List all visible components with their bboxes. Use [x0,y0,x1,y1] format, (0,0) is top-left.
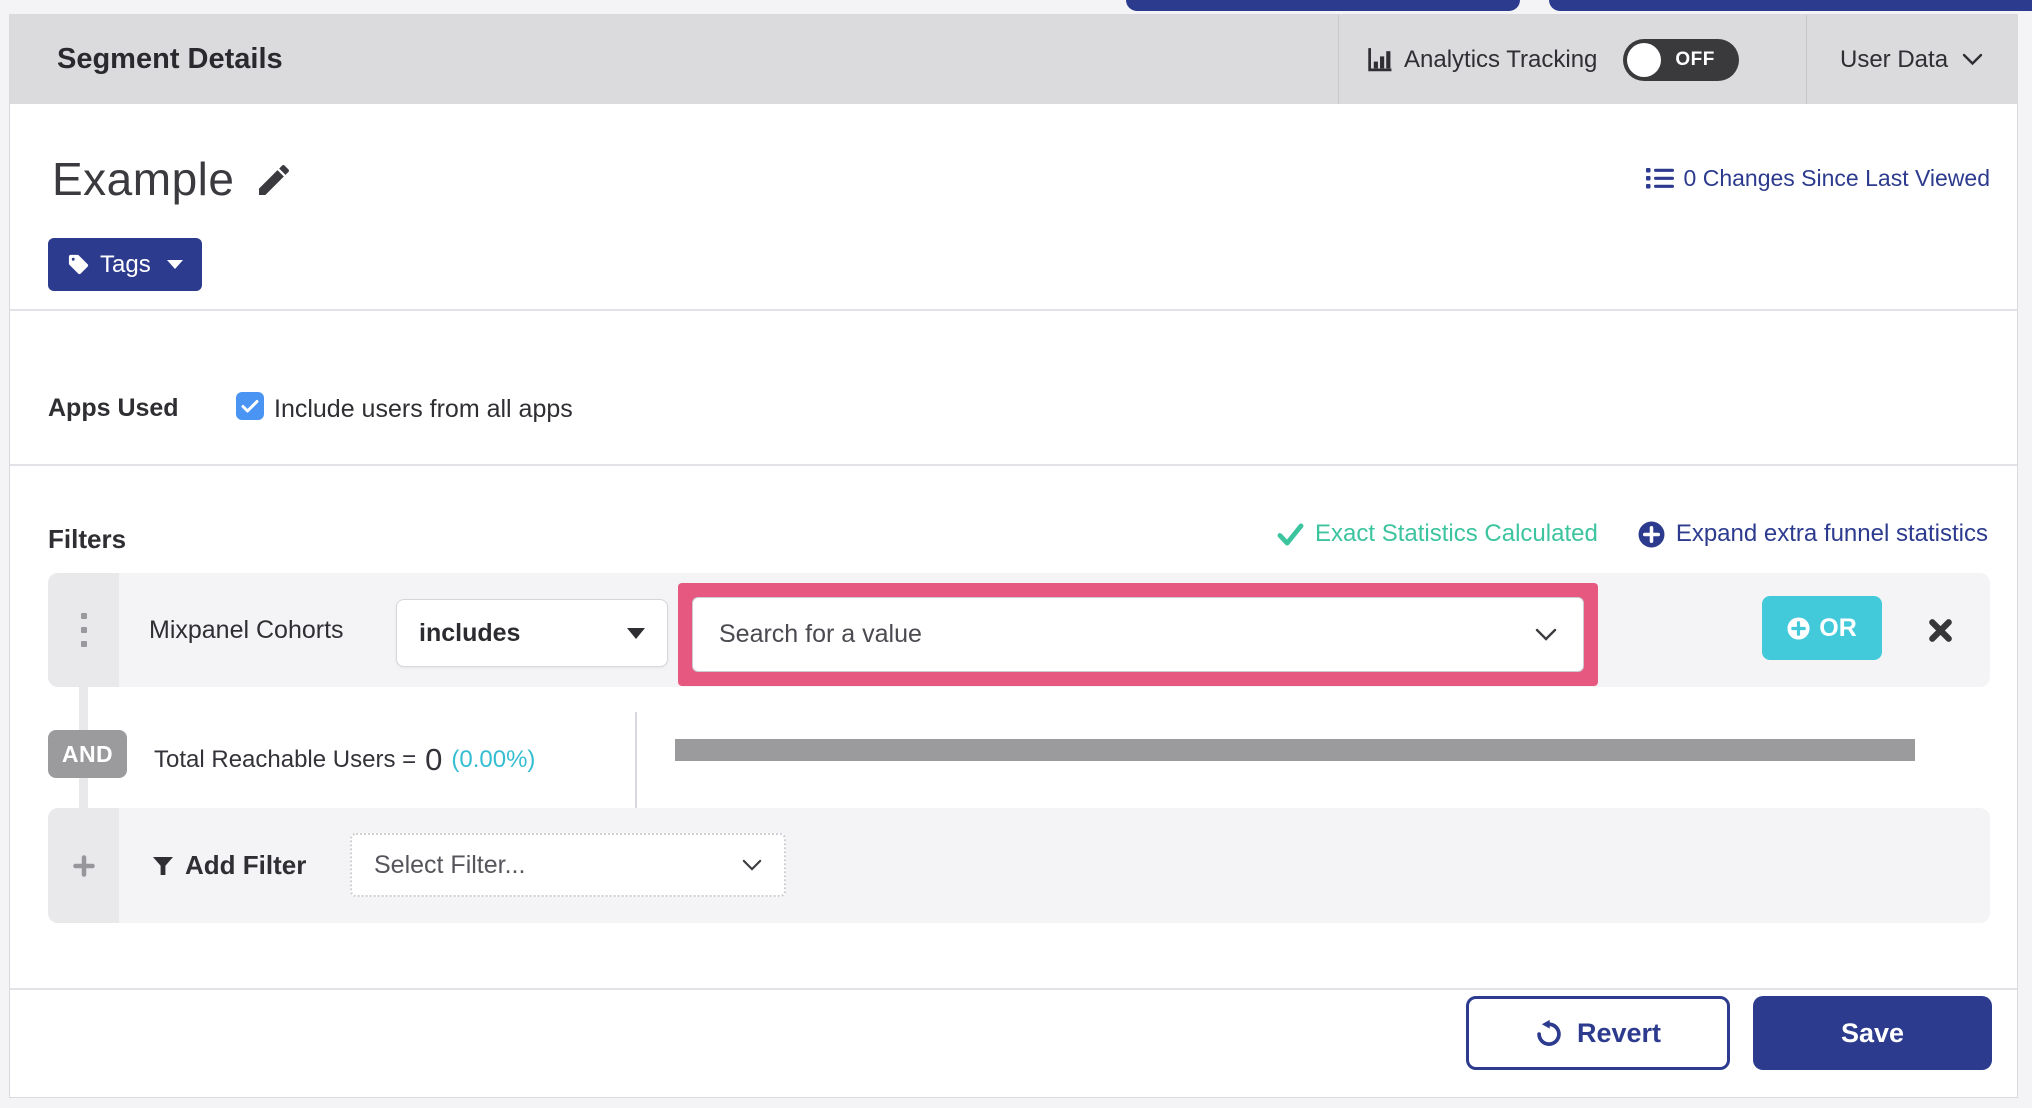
include-all-apps-label: Include users from all apps [274,395,573,423]
total-reachable-value: 0 [425,742,443,777]
tags-button[interactable]: Tags [48,238,202,291]
add-filter-row: Add Filter Select Filter... [48,808,1990,923]
edit-name-button[interactable] [254,160,294,205]
section-divider [10,988,2017,990]
bar-chart-icon [1368,48,1392,72]
section-divider [10,464,2017,466]
close-icon [1928,618,1952,642]
section-divider [10,309,2017,311]
analytics-tracking-toggle[interactable]: OFF [1623,38,1740,81]
expand-funnel-statistics-link[interactable]: Expand extra funnel statistics [1638,520,1988,548]
changes-link-label: 0 Changes Since Last Viewed [1683,164,1990,191]
triangle-down-icon [627,627,645,639]
filter-value-select[interactable]: Search for a value [692,597,1584,672]
exact-statistics-label: Exact Statistics Calculated [1315,520,1598,547]
filters-status-cluster: Exact Statistics Calculated Expand extra… [1277,520,1988,548]
checkmark-icon [1277,522,1304,546]
header-divider [1338,15,1339,104]
apps-used-label: Apps Used [48,394,179,422]
revert-button-label: Revert [1576,1017,1662,1048]
exact-statistics-status: Exact Statistics Calculated [1277,520,1598,548]
expand-funnel-label: Expand extra funnel statistics [1675,520,1988,547]
tag-icon [68,254,89,275]
save-button[interactable]: Save [1753,996,1992,1070]
select-filter-placeholder: Select Filter... [374,850,526,879]
check-icon [241,400,259,413]
drag-dots-icon [80,613,87,619]
select-filter-dropdown[interactable]: Select Filter... [350,833,786,897]
stats-divider [635,712,637,808]
save-button-label: Save [1840,1017,1905,1048]
or-button-label: OR [1819,613,1857,642]
caret-down-icon [166,260,183,269]
include-all-apps-checkbox[interactable] [236,392,264,420]
toggle-state-label: OFF [1675,48,1715,70]
funnel-icon [153,856,173,875]
page-title: Segment Details [57,43,283,75]
plus-icon [72,854,95,877]
drag-dots-icon [80,641,87,647]
card-header: Segment Details Analytics Tracking OFF U… [10,15,2017,104]
filter-drag-handle[interactable] [48,573,119,687]
tags-button-label: Tags [100,250,151,278]
topnav-button-right[interactable] [1549,0,2032,11]
add-filter-label: Add Filter [185,850,307,880]
add-filter-label-group: Add Filter [152,808,306,923]
plus-circle-icon [1787,616,1810,640]
user-data-dropdown[interactable]: User Data [1840,15,1983,104]
segment-name: Example [52,153,235,205]
changes-since-last-viewed-link[interactable]: 0 Changes Since Last Viewed [1645,163,1990,193]
add-filter-handle [48,808,119,923]
remove-filter-button[interactable] [1918,608,1962,652]
chevron-down-icon [1535,628,1557,641]
add-or-condition-button[interactable]: OR [1762,596,1882,660]
total-reachable-label: Total Reachable Users = [154,746,417,773]
and-badge: AND [48,730,127,778]
plus-circle-icon [1638,521,1665,547]
filter-value-placeholder: Search for a value [719,620,922,648]
filter-operator-value: includes [419,618,521,647]
analytics-tracking-control: Analytics Tracking OFF [1366,15,1740,104]
user-data-label: User Data [1840,45,1949,73]
toggle-knob [1627,42,1662,77]
chevron-down-icon [1962,53,1983,66]
filter-operator-select[interactable]: includes [396,599,668,667]
analytics-tracking-label: Analytics Tracking [1404,45,1598,73]
filter-field-label: Mixpanel Cohorts [149,615,344,644]
topnav-button-left[interactable] [1126,0,1520,11]
header-divider [1806,15,1807,104]
undo-icon [1537,1019,1561,1046]
revert-button[interactable]: Revert [1466,996,1730,1070]
filters-section-label: Filters [48,524,127,554]
total-reachable-users: Total Reachable Users = 0 (0.00%) [154,712,535,808]
reachable-users-progress-bar [675,739,1915,761]
segment-details-page: Segment Details Analytics Tracking OFF U… [0,0,2032,1108]
chevron-down-icon [742,859,762,871]
changelog-list-icon [1645,167,1674,188]
drag-dots-icon [80,627,87,633]
total-reachable-percent: (0.00%) [451,746,536,773]
pencil-icon [259,165,289,195]
